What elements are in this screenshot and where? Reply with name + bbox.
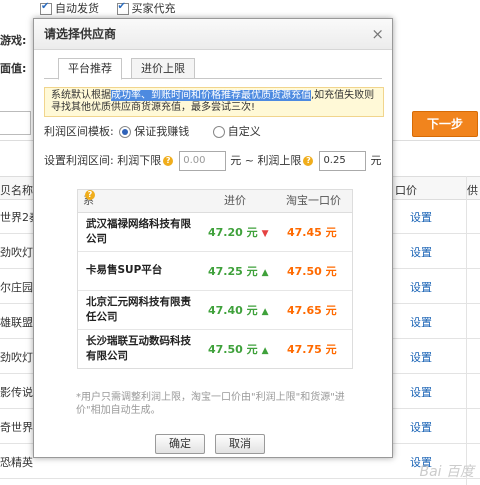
supplier-name: 长沙瑞联互动数码科技有限公司 (86, 335, 191, 362)
taobao-price: 47.45 元 (287, 226, 337, 239)
set-link[interactable]: 设置 (410, 349, 432, 365)
confirm-button[interactable]: 确定 (155, 434, 205, 454)
profit-upper-input[interactable]: 0.25 (319, 151, 367, 171)
face-value-label: 面值: (0, 62, 27, 75)
arrow-up-icon: ▲ (261, 307, 269, 317)
recommend-notice: 系统默认根据成功率、到账时间和价格推荐最优质货源充值,如充值失败则寻找其他优质供… (44, 87, 384, 117)
background-input[interactable] (0, 111, 31, 135)
cancel-button[interactable]: 取消 (215, 434, 265, 454)
supplier-table: 系统推荐供应商 ? 进价 淘宝一口价 武汉福禄网络科技有限公司 47.20 元▼ 4… (77, 189, 353, 369)
dialog-title-bar: 请选择供应商 × (34, 19, 392, 50)
next-step-button[interactable]: 下一步 (412, 111, 478, 137)
help-icon[interactable]: ? (163, 156, 174, 166)
taobao-price: 47.75 元 (287, 343, 337, 356)
col-name-header: 贝名称 (0, 184, 33, 197)
divider (466, 176, 467, 485)
notice-highlight: 成功率、到账时间和价格推荐最优质货源充值 (111, 90, 311, 101)
set-link[interactable]: 设置 (410, 279, 432, 295)
set-link[interactable]: 设置 (410, 244, 432, 260)
taobao-price: 47.65 元 (287, 304, 337, 317)
product-name: 尔庄园 (0, 281, 33, 294)
supplier-table-header: 系统推荐供应商 ? 进价 淘宝一口价 (78, 190, 352, 339)
supplier-row[interactable]: 卡易售SUP平台 47.25 元 ▲ 47.50 元 (78, 252, 352, 291)
product-name: 雄联盟 (0, 316, 33, 329)
profit-range-row: 设置利润区间: 利润下限? 0.00 元 ~ 利润上限? 0.25 元 (44, 151, 381, 171)
dialog-title: 请选择供应商 (44, 27, 117, 41)
auto-delivery-checkbox[interactable] (40, 1, 52, 15)
tab-platform-recommend[interactable]: 平台推荐 (58, 58, 122, 80)
radio-custom[interactable] (212, 126, 225, 138)
col-cost: 进价 (224, 194, 246, 207)
tab-cost-limit[interactable]: 进价上限 (131, 58, 195, 79)
cost-price: 47.25 元 ▲ (208, 265, 269, 278)
help-icon[interactable]: ? (85, 190, 95, 200)
col-supplier-header: 供 (467, 184, 478, 197)
close-icon[interactable]: × (371, 19, 384, 49)
arrow-up-icon: ▲ (261, 346, 269, 356)
order-options: 自动发货 买家代充 (40, 0, 190, 16)
cost-price: 47.50 元 ▲ (208, 343, 269, 356)
profit-lower-input[interactable]: 0.00 (179, 151, 227, 171)
game-label: 游戏: (0, 34, 27, 47)
set-link[interactable]: 设置 (410, 314, 432, 330)
product-name: 恐精英 (0, 456, 33, 469)
supplier-row[interactable]: 北京汇元网科技有限责任公司 47.40 元 ▲ 47.65 元 (78, 291, 352, 330)
arrow-up-icon: ▲ (261, 268, 269, 278)
set-link[interactable]: 设置 (410, 419, 432, 435)
profit-range-label: 设置利润区间: (44, 154, 114, 167)
buyer-recharge-checkbox[interactable] (116, 1, 129, 15)
arrow-down-icon: ▼ (261, 229, 269, 239)
product-name: 奇世界 (0, 421, 33, 434)
col-taobao-price: 淘宝一口价 (286, 194, 341, 207)
supplier-name: 武汉福禄网络科技有限公司 (86, 218, 191, 245)
product-name: 影传说 (0, 386, 33, 399)
supplier-row[interactable]: 武汉福禄网络科技有限公司 47.20 元 ▼ 47.45 元 (78, 213, 352, 252)
cost-price: 47.40 元 ▲ (208, 304, 269, 317)
supplier-name: 卡易售SUP平台 (86, 264, 163, 276)
radio-guarantee-profit[interactable] (119, 126, 132, 138)
watermark-logo: Bai 百度 (419, 464, 474, 480)
profit-template-label: 利润区间模板: (44, 125, 114, 138)
supplier-name: 北京汇元网科技有限责任公司 (86, 296, 191, 323)
footnote: *用户只需调整利润上限，淘宝一口价由"利润上限"和货源"进价"相加自动生成。 (76, 392, 345, 416)
set-link[interactable]: 设置 (410, 209, 432, 225)
set-link[interactable]: 设置 (410, 384, 432, 400)
help-icon[interactable]: ? (303, 156, 314, 166)
dialog-tabs: 平台推荐 进价上限 (44, 58, 382, 80)
profit-template-row: 利润区间模板: 保证我赚钱 自定义 (44, 125, 261, 138)
select-supplier-dialog: 请选择供应商 × 平台推荐 进价上限 系统默认根据成功率、到账时间和价格推荐最优… (33, 18, 393, 458)
taobao-price: 47.50 元 (287, 265, 337, 278)
col-price-header: 口价 (395, 184, 417, 197)
cost-price: 47.20 元 ▼ (208, 226, 269, 239)
supplier-row[interactable]: 长沙瑞联互动数码科技有限公司 47.50 元 ▲ 47.75 元 (78, 330, 352, 368)
